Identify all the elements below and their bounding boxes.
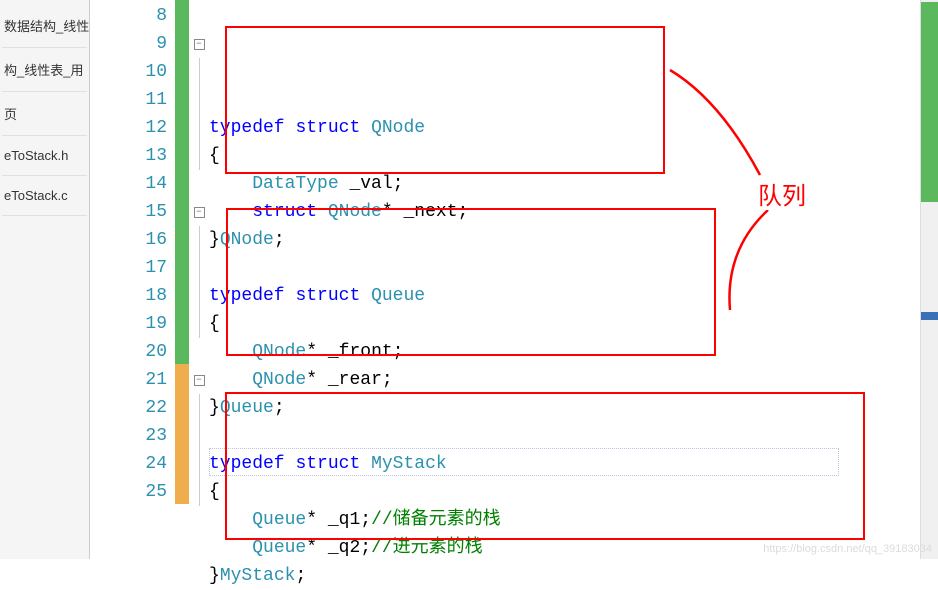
- change-marker: [175, 84, 189, 112]
- code-line[interactable]: struct QNode* _next;: [209, 198, 938, 226]
- code-line[interactable]: {: [209, 310, 938, 338]
- line-number: 14: [90, 170, 167, 198]
- line-number: 24: [90, 450, 167, 478]
- code-line[interactable]: {: [209, 478, 938, 506]
- change-marker: [175, 476, 189, 504]
- code-line[interactable]: }QNode;: [209, 226, 938, 254]
- change-marker: [175, 28, 189, 56]
- code-line[interactable]: QNode* _front;: [209, 338, 938, 366]
- fold-toggle-icon[interactable]: −: [194, 39, 205, 50]
- code-line[interactable]: Queue* _q1;//储备元素的栈: [209, 506, 938, 534]
- fold-strip: − − −: [189, 0, 209, 559]
- code-editor[interactable]: 8910111213141516171819202122232425 − − − t…: [90, 0, 938, 559]
- code-line[interactable]: typedef struct QNode: [209, 114, 938, 142]
- change-marker-strip: [175, 0, 189, 559]
- fold-toggle-icon[interactable]: −: [194, 375, 205, 386]
- code-line[interactable]: Queue* _q2;//进元素的栈: [209, 534, 938, 562]
- change-marker: [175, 280, 189, 308]
- sidebar-item[interactable]: eToStack.h: [2, 136, 87, 176]
- line-number: 22: [90, 394, 167, 422]
- scrollbar-overview[interactable]: [920, 0, 938, 559]
- change-marker: [175, 308, 189, 336]
- line-number: 10: [90, 58, 167, 86]
- line-number: 21: [90, 366, 167, 394]
- line-number: 19: [90, 310, 167, 338]
- change-marker: [175, 196, 189, 224]
- line-number: 15: [90, 198, 167, 226]
- sidebar-item[interactable]: 构_线性表_用: [2, 48, 87, 92]
- change-marker: [175, 448, 189, 476]
- change-marker: [175, 364, 189, 392]
- line-number: 20: [90, 338, 167, 366]
- line-number: 9: [90, 30, 167, 58]
- change-marker: [175, 112, 189, 140]
- change-marker: [175, 56, 189, 84]
- code-line[interactable]: [209, 422, 938, 450]
- code-line[interactable]: }Queue;: [209, 394, 938, 422]
- change-marker: [175, 336, 189, 364]
- code-area[interactable]: typedef struct QNode{ DataType _val; str…: [209, 0, 938, 559]
- file-explorer-sidebar[interactable]: 数据结构_线性 构_线性表_用 页 eToStack.h eToStack.c: [0, 0, 90, 559]
- line-number: 18: [90, 282, 167, 310]
- code-line[interactable]: [209, 254, 938, 282]
- line-number: 11: [90, 86, 167, 114]
- sidebar-item[interactable]: eToStack.c: [2, 176, 87, 216]
- line-number-gutter: 8910111213141516171819202122232425: [90, 0, 175, 559]
- line-number: 16: [90, 226, 167, 254]
- code-line[interactable]: typedef struct Queue: [209, 282, 938, 310]
- change-marker: [175, 252, 189, 280]
- change-marker: [175, 0, 189, 28]
- fold-toggle-icon[interactable]: −: [194, 207, 205, 218]
- change-marker: [175, 168, 189, 196]
- line-number: 12: [90, 114, 167, 142]
- sidebar-item[interactable]: 数据结构_线性: [2, 4, 87, 48]
- change-marker: [175, 224, 189, 252]
- code-line[interactable]: typedef struct MyStack: [209, 450, 938, 478]
- sidebar-item[interactable]: 页: [2, 92, 87, 136]
- code-line[interactable]: QNode* _rear;: [209, 366, 938, 394]
- code-line[interactable]: {: [209, 142, 938, 170]
- code-line[interactable]: }MyStack;: [209, 562, 938, 590]
- line-number: 17: [90, 254, 167, 282]
- change-marker: [175, 392, 189, 420]
- line-number: 23: [90, 422, 167, 450]
- line-number: 13: [90, 142, 167, 170]
- line-number: 8: [90, 2, 167, 30]
- line-number: 25: [90, 478, 167, 506]
- code-line[interactable]: DataType _val;: [209, 170, 938, 198]
- code-line[interactable]: [209, 86, 938, 114]
- change-marker: [175, 140, 189, 168]
- change-marker: [175, 420, 189, 448]
